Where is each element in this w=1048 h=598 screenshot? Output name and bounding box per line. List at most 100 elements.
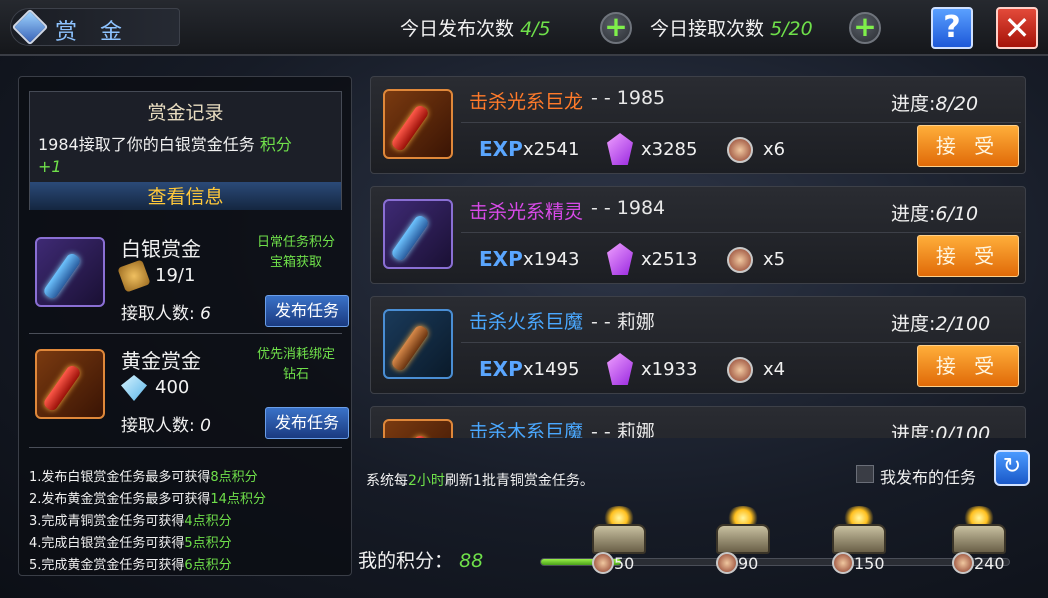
task-name: 击杀火系巨魔 — [469, 311, 584, 333]
silver-bounty-cost: 19/1 — [155, 265, 196, 286]
bounty-record: 赏金记录 1984接取了你的白银赏金任务 积分 +1 查看信息 — [29, 91, 342, 210]
rule-points: 8点积分 — [210, 470, 258, 485]
bounty-gem-icon — [11, 8, 49, 46]
task-card: 击杀光系精灵 - - 1984 进度:6/10 EXP x1943 x2513 … — [370, 186, 1026, 284]
accept-task-button[interactable]: 接 受 — [917, 235, 1019, 277]
silver-bounty-row: 白银赏金 19/1 接取人数: 6 日常任务积分宝箱获取 发布任务 — [29, 227, 349, 335]
rules-list: 1.发布白银赏金任务最多可获得8点积分 2.发布黄金赏金任务最多可获得14点积分… — [29, 467, 349, 577]
gold-accept-label: 接取人数: — [121, 416, 195, 436]
rule-points: 4点积分 — [184, 514, 232, 529]
rule-text: 1.发布白银赏金任务最多可获得 — [29, 470, 211, 485]
rule-item: 1.发布白银赏金任务最多可获得8点积分 — [29, 467, 349, 489]
gem-reward: x2513 — [641, 249, 698, 270]
gold-scroll-icon — [35, 349, 105, 419]
progress-value: 6/10 — [935, 203, 979, 225]
record-points-label: 积分 — [259, 135, 292, 154]
reward-chest[interactable]: 240 — [942, 500, 1012, 576]
exp-reward: x1495 — [523, 359, 580, 380]
blue-scroll-icon — [383, 199, 453, 269]
points-label: 我的积分： — [358, 550, 454, 572]
rule-item: 5.完成黄金赏金任务可获得6点积分 — [29, 555, 349, 577]
refresh-icon[interactable]: ↻ — [994, 450, 1030, 486]
exp-icon: EXP — [479, 137, 523, 161]
red-scroll-icon — [383, 419, 453, 438]
publish-silver-button[interactable]: 发布任务 — [265, 295, 349, 327]
gold-bounty-row: 黄金赏金 400 接取人数: 0 优先消耗绑定钻石 发布任务 — [29, 339, 349, 447]
rule-points: 5点积分 — [184, 536, 232, 551]
divider — [461, 342, 1021, 343]
purple-gem-icon — [607, 353, 633, 385]
task-card: 击杀火系巨魔 - - 莉娜 进度:2/100 EXP x1495 x1933 x… — [370, 296, 1026, 394]
purple-gem-icon — [607, 243, 633, 275]
rule-text: 3.完成青铜赏金任务可获得 — [29, 514, 185, 529]
gold-bounty-name: 黄金赏金 — [121, 349, 201, 373]
my-tasks-label[interactable]: 我发布的任务 — [880, 464, 976, 488]
refresh-notice: 系统每2小时刷新1批青铜赏金任务。 — [366, 470, 594, 490]
reward-chest[interactable]: 50 — [582, 500, 652, 576]
refresh-interval: 2小时 — [408, 473, 445, 489]
silver-accept-count: 接取人数: 6 — [121, 299, 211, 324]
add-publish-button[interactable]: + — [600, 12, 632, 44]
fleur-token-icon — [727, 137, 753, 163]
chest-icon — [592, 524, 646, 554]
record-points-value: +1 — [38, 157, 62, 176]
gold-bounty-note: 优先消耗绑定钻石 — [256, 347, 335, 382]
progress-label: 进度: — [891, 313, 936, 335]
token-reward: x6 — [763, 139, 786, 160]
silver-scroll-icon — [35, 237, 105, 307]
publish-counter: 今日发布次数 4/5 — [400, 14, 551, 41]
help-button[interactable]: ? — [931, 7, 973, 49]
rule-points: 6点积分 — [184, 558, 232, 573]
points-value: 88 — [459, 550, 484, 572]
purple-gem-icon — [607, 133, 633, 165]
progress-label: 进度: — [891, 423, 936, 438]
accept-counter-value: 5/20 — [770, 18, 813, 40]
task-name: 击杀木系巨魔 — [469, 421, 584, 438]
my-tasks-checkbox[interactable] — [856, 465, 874, 483]
fleur-token-icon — [727, 357, 753, 383]
task-card: 击杀光系巨龙 - - 1985 进度:8/20 EXP x2541 x3285 … — [370, 76, 1026, 174]
rule-item: 4.完成白银赏金任务可获得5点积分 — [29, 533, 349, 555]
top-bar: 赏 金 今日发布次数 4/5 + 今日接取次数 5/20 + ? ✕ — [0, 0, 1048, 56]
red-scroll-icon — [383, 89, 453, 159]
gold-accept-count: 接取人数: 0 — [121, 411, 211, 436]
accept-task-button[interactable]: 接 受 — [917, 125, 1019, 167]
task-publisher: - - 莉娜 — [591, 311, 655, 333]
close-button[interactable]: ✕ — [996, 7, 1038, 49]
page-title: 赏 金 — [55, 20, 130, 45]
reward-chest[interactable]: 150 — [822, 500, 892, 576]
add-accept-button[interactable]: + — [849, 12, 881, 44]
accept-task-button[interactable]: 接 受 — [917, 345, 1019, 387]
progress-label: 进度: — [891, 93, 936, 115]
task-publisher: - - 1985 — [591, 87, 666, 109]
rule-text: 2.发布黄金赏金任务最多可获得 — [29, 492, 211, 507]
chest-icon — [832, 524, 886, 554]
gem-reward: x3285 — [641, 139, 698, 160]
fleur-token-icon — [952, 552, 974, 574]
rule-item: 3.完成青铜赏金任务可获得4点积分 — [29, 511, 349, 533]
silver-bounty-note: 日常任务积分宝箱获取 — [256, 235, 335, 270]
my-points: 我的积分： 88 — [358, 546, 483, 573]
chest-threshold: 150 — [854, 554, 885, 573]
task-progress: 进度:6/10 — [891, 199, 978, 226]
medal-icon — [117, 259, 151, 293]
exp-icon: EXP — [479, 247, 523, 271]
task-card: 击杀木系巨魔 - - 莉娜 进度:0/100 — [370, 406, 1026, 438]
left-panel: 赏金记录 1984接取了你的白银赏金任务 积分 +1 查看信息 白银赏金 19/… — [18, 76, 352, 576]
record-message: 1984接取了你的白银赏金任务 积分 +1 — [38, 134, 338, 178]
task-name: 击杀光系巨龙 — [469, 91, 584, 113]
reward-chest[interactable]: 90 — [706, 500, 776, 576]
view-info-button[interactable]: 查看信息 — [30, 182, 341, 210]
chest-threshold: 90 — [738, 554, 759, 573]
task-list[interactable]: 击杀光系巨龙 - - 1985 进度:8/20 EXP x2541 x3285 … — [370, 76, 1026, 438]
silver-accept-value: 6 — [200, 304, 211, 324]
divider — [461, 232, 1021, 233]
token-reward: x5 — [763, 249, 786, 270]
fleur-token-icon — [727, 247, 753, 273]
publish-gold-button[interactable]: 发布任务 — [265, 407, 349, 439]
title-area: 赏 金 — [10, 8, 180, 46]
task-name: 击杀光系精灵 — [469, 201, 584, 223]
publish-counter-value: 4/5 — [520, 18, 551, 40]
task-progress: 进度:0/100 — [891, 419, 990, 438]
accept-counter: 今日接取次数 5/20 — [650, 14, 813, 41]
